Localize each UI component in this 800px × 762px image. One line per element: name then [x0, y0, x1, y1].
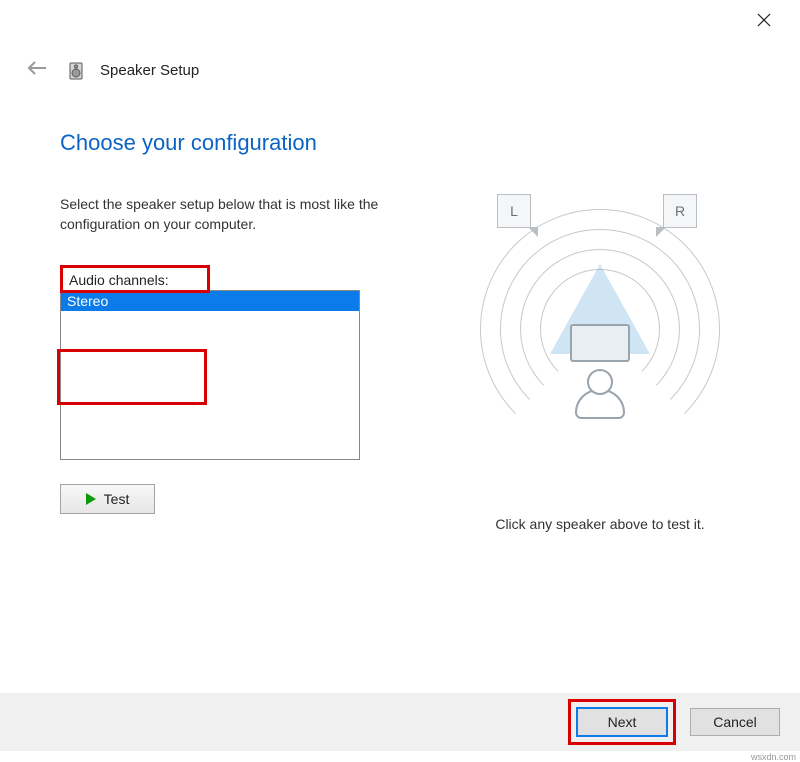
right-speaker-button[interactable]: R — [663, 194, 697, 228]
speaker-setup-wizard: Speaker Setup Choose your configuration … — [0, 0, 800, 762]
speaker-icon — [68, 62, 86, 80]
back-arrow-icon — [26, 60, 48, 76]
close-icon — [757, 13, 771, 27]
back-button[interactable] — [20, 55, 54, 86]
annotation-highlight: Next — [568, 699, 676, 745]
content-area: Choose your configuration Select the spe… — [60, 130, 760, 532]
next-button[interactable]: Next — [577, 708, 667, 736]
description-text: Select the speaker setup below that is m… — [60, 194, 390, 235]
left-speaker-button[interactable]: L — [497, 194, 531, 228]
audio-channels-listbox[interactable]: Stereo — [60, 290, 360, 460]
heading: Choose your configuration — [60, 130, 760, 156]
test-button-label: Test — [104, 491, 130, 507]
cancel-button-label: Cancel — [713, 714, 757, 730]
speaker-layout-diagram: L R — [475, 204, 725, 454]
cancel-button[interactable]: Cancel — [690, 708, 780, 736]
page-title: Speaker Setup — [100, 62, 199, 79]
audio-channels-label: Audio channels: — [69, 272, 169, 288]
wizard-footer: Next Cancel — [0, 693, 800, 751]
play-icon — [86, 493, 96, 505]
annotation-highlight: Audio channels: — [60, 265, 210, 293]
test-button[interactable]: Test — [60, 484, 155, 514]
next-button-label: Next — [608, 714, 637, 730]
watermark: wsxdn.com — [751, 752, 796, 762]
close-button[interactable] — [752, 8, 776, 32]
wizard-header: Speaker Setup — [20, 55, 199, 86]
left-speaker-label: L — [510, 203, 518, 219]
speaker-test-hint: Click any speaker above to test it. — [495, 516, 704, 532]
list-item[interactable]: Stereo — [61, 291, 359, 311]
right-speaker-label: R — [675, 203, 685, 219]
